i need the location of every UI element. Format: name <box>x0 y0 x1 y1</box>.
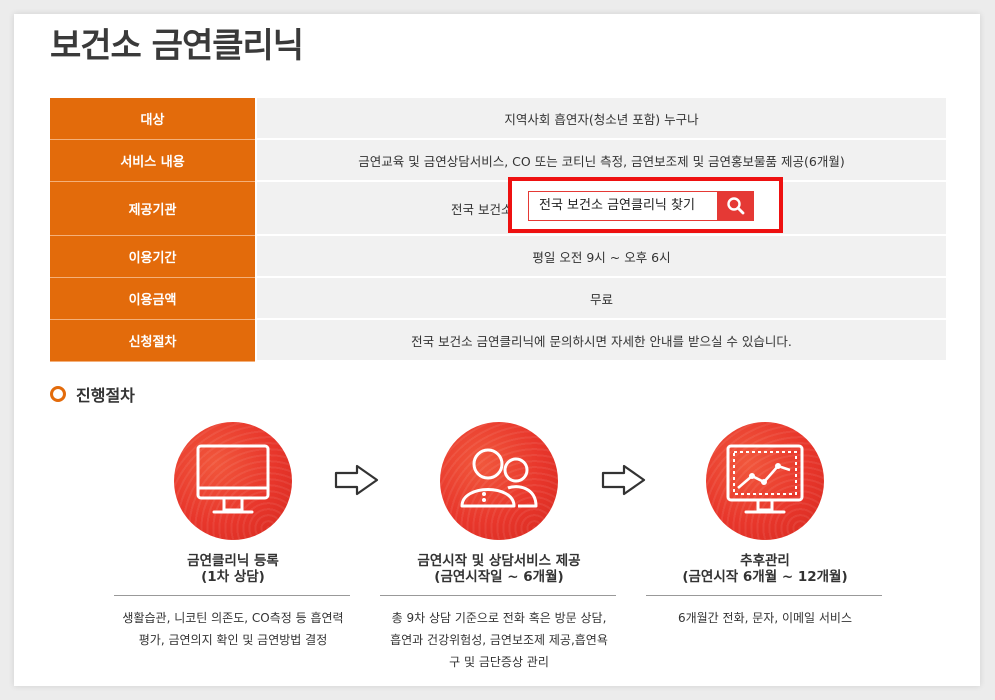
step2-desc-line3: 구 및 금단증상 관리 <box>449 655 549 669</box>
section-title: 진행절차 <box>76 386 135 405</box>
row-value-procedure: 전국 보건소 금연클리닉에 문의하시면 자세한 안내를 받으실 수 있습니다. <box>255 320 946 362</box>
step2-title-line2: (금연시작일 ~ 6개월) <box>434 569 564 585</box>
step1-title-line2: (1차 상담) <box>201 569 265 585</box>
step2-desc-line2: 흡연과 건강위험성, 금연보조제 제공,흡연욕 <box>390 633 608 647</box>
step1-divider <box>114 595 350 596</box>
monitor-icon <box>196 444 270 514</box>
step3-divider <box>646 595 882 596</box>
table-row: 제공기관 전국 보건소 <box>50 182 946 236</box>
step2-desc-line1: 총 9차 상담 기준으로 전화 혹은 방문 상담, <box>391 611 607 625</box>
row-label-service: 서비스 내용 <box>50 140 255 182</box>
arrow-right-icon <box>334 464 379 496</box>
row-value-service: 금연교육 및 금연상담서비스, CO 또는 코티닌 측정, 금연보조제 및 금연… <box>255 140 946 182</box>
section-header: 진행절차 <box>50 382 135 406</box>
row-label-procedure: 신청절차 <box>50 320 255 362</box>
row-label-target: 대상 <box>50 98 255 140</box>
table-row: 서비스 내용 금연교육 및 금연상담서비스, CO 또는 코티닌 측정, 금연보… <box>50 140 946 182</box>
row-value-hours: 평일 오전 9시 ~ 오후 6시 <box>255 236 946 278</box>
step2-circle <box>440 422 558 540</box>
search-button[interactable] <box>717 191 754 221</box>
step2-divider <box>380 595 616 596</box>
people-icon <box>460 448 538 508</box>
step3-title-line1: 추후관리 <box>740 553 790 569</box>
info-table: 대상 지역사회 흡연자(청소년 포함) 누구나 서비스 내용 금연교육 및 금연… <box>50 98 946 362</box>
row-label-cost: 이용금액 <box>50 278 255 320</box>
step1-circle <box>174 422 292 540</box>
row-value-target: 지역사회 흡연자(청소년 포함) 누구나 <box>255 98 946 140</box>
row-label-provider: 제공기관 <box>50 182 255 236</box>
clinic-search-link[interactable]: 전국 보건소 금연클리닉 찾기 <box>528 191 718 221</box>
step1-title: 금연클리닉 등록 (1차 상담) <box>118 553 348 585</box>
step3-title-line2: (금연시작 6개월 ~ 12개월) <box>682 569 848 585</box>
search-icon <box>726 197 744 215</box>
step2-title-line1: 금연시작 및 상담서비스 제공 <box>417 553 581 569</box>
step3-desc-line1: 6개월간 전화, 문자, 이메일 서비스 <box>677 611 853 625</box>
table-row: 이용기간 평일 오전 9시 ~ 오후 6시 <box>50 236 946 278</box>
step3-title: 추후관리 (금연시작 6개월 ~ 12개월) <box>650 553 880 585</box>
step1-desc-line1: 생활습관, 니코틴 의존도, CO측정 등 흡연력 <box>122 611 344 625</box>
table-row: 대상 지역사회 흡연자(청소년 포함) 누구나 <box>50 98 946 140</box>
step2-title: 금연시작 및 상담서비스 제공 (금연시작일 ~ 6개월) <box>384 553 614 585</box>
arrow-right-icon <box>601 464 646 496</box>
step1-desc-line2: 평가, 금연의지 확인 및 금연방법 결정 <box>138 633 328 647</box>
row-label-hours: 이용기간 <box>50 236 255 278</box>
chart-monitor-icon <box>726 444 804 514</box>
table-row: 이용금액 무료 <box>50 278 946 320</box>
step1-title-line1: 금연클리닉 등록 <box>187 553 279 569</box>
table-row: 신청절차 전국 보건소 금연클리닉에 문의하시면 자세한 안내를 받으실 수 있… <box>50 320 946 362</box>
step3-description: 6개월간 전화, 문자, 이메일 서비스 <box>636 607 894 629</box>
row-value-cost: 무료 <box>255 278 946 320</box>
provider-text: 전국 보건소 <box>451 201 513 217</box>
step1-description: 생활습관, 니코틴 의존도, CO측정 등 흡연력 평가, 금연의지 확인 및 … <box>104 607 362 651</box>
step2-description: 총 9차 상담 기준으로 전화 혹은 방문 상담, 흡연과 건강위험성, 금연보… <box>370 607 628 673</box>
page-title: 보건소 금연클리닉 <box>50 26 304 66</box>
step3-circle <box>706 422 824 540</box>
bullet-icon <box>50 386 66 402</box>
